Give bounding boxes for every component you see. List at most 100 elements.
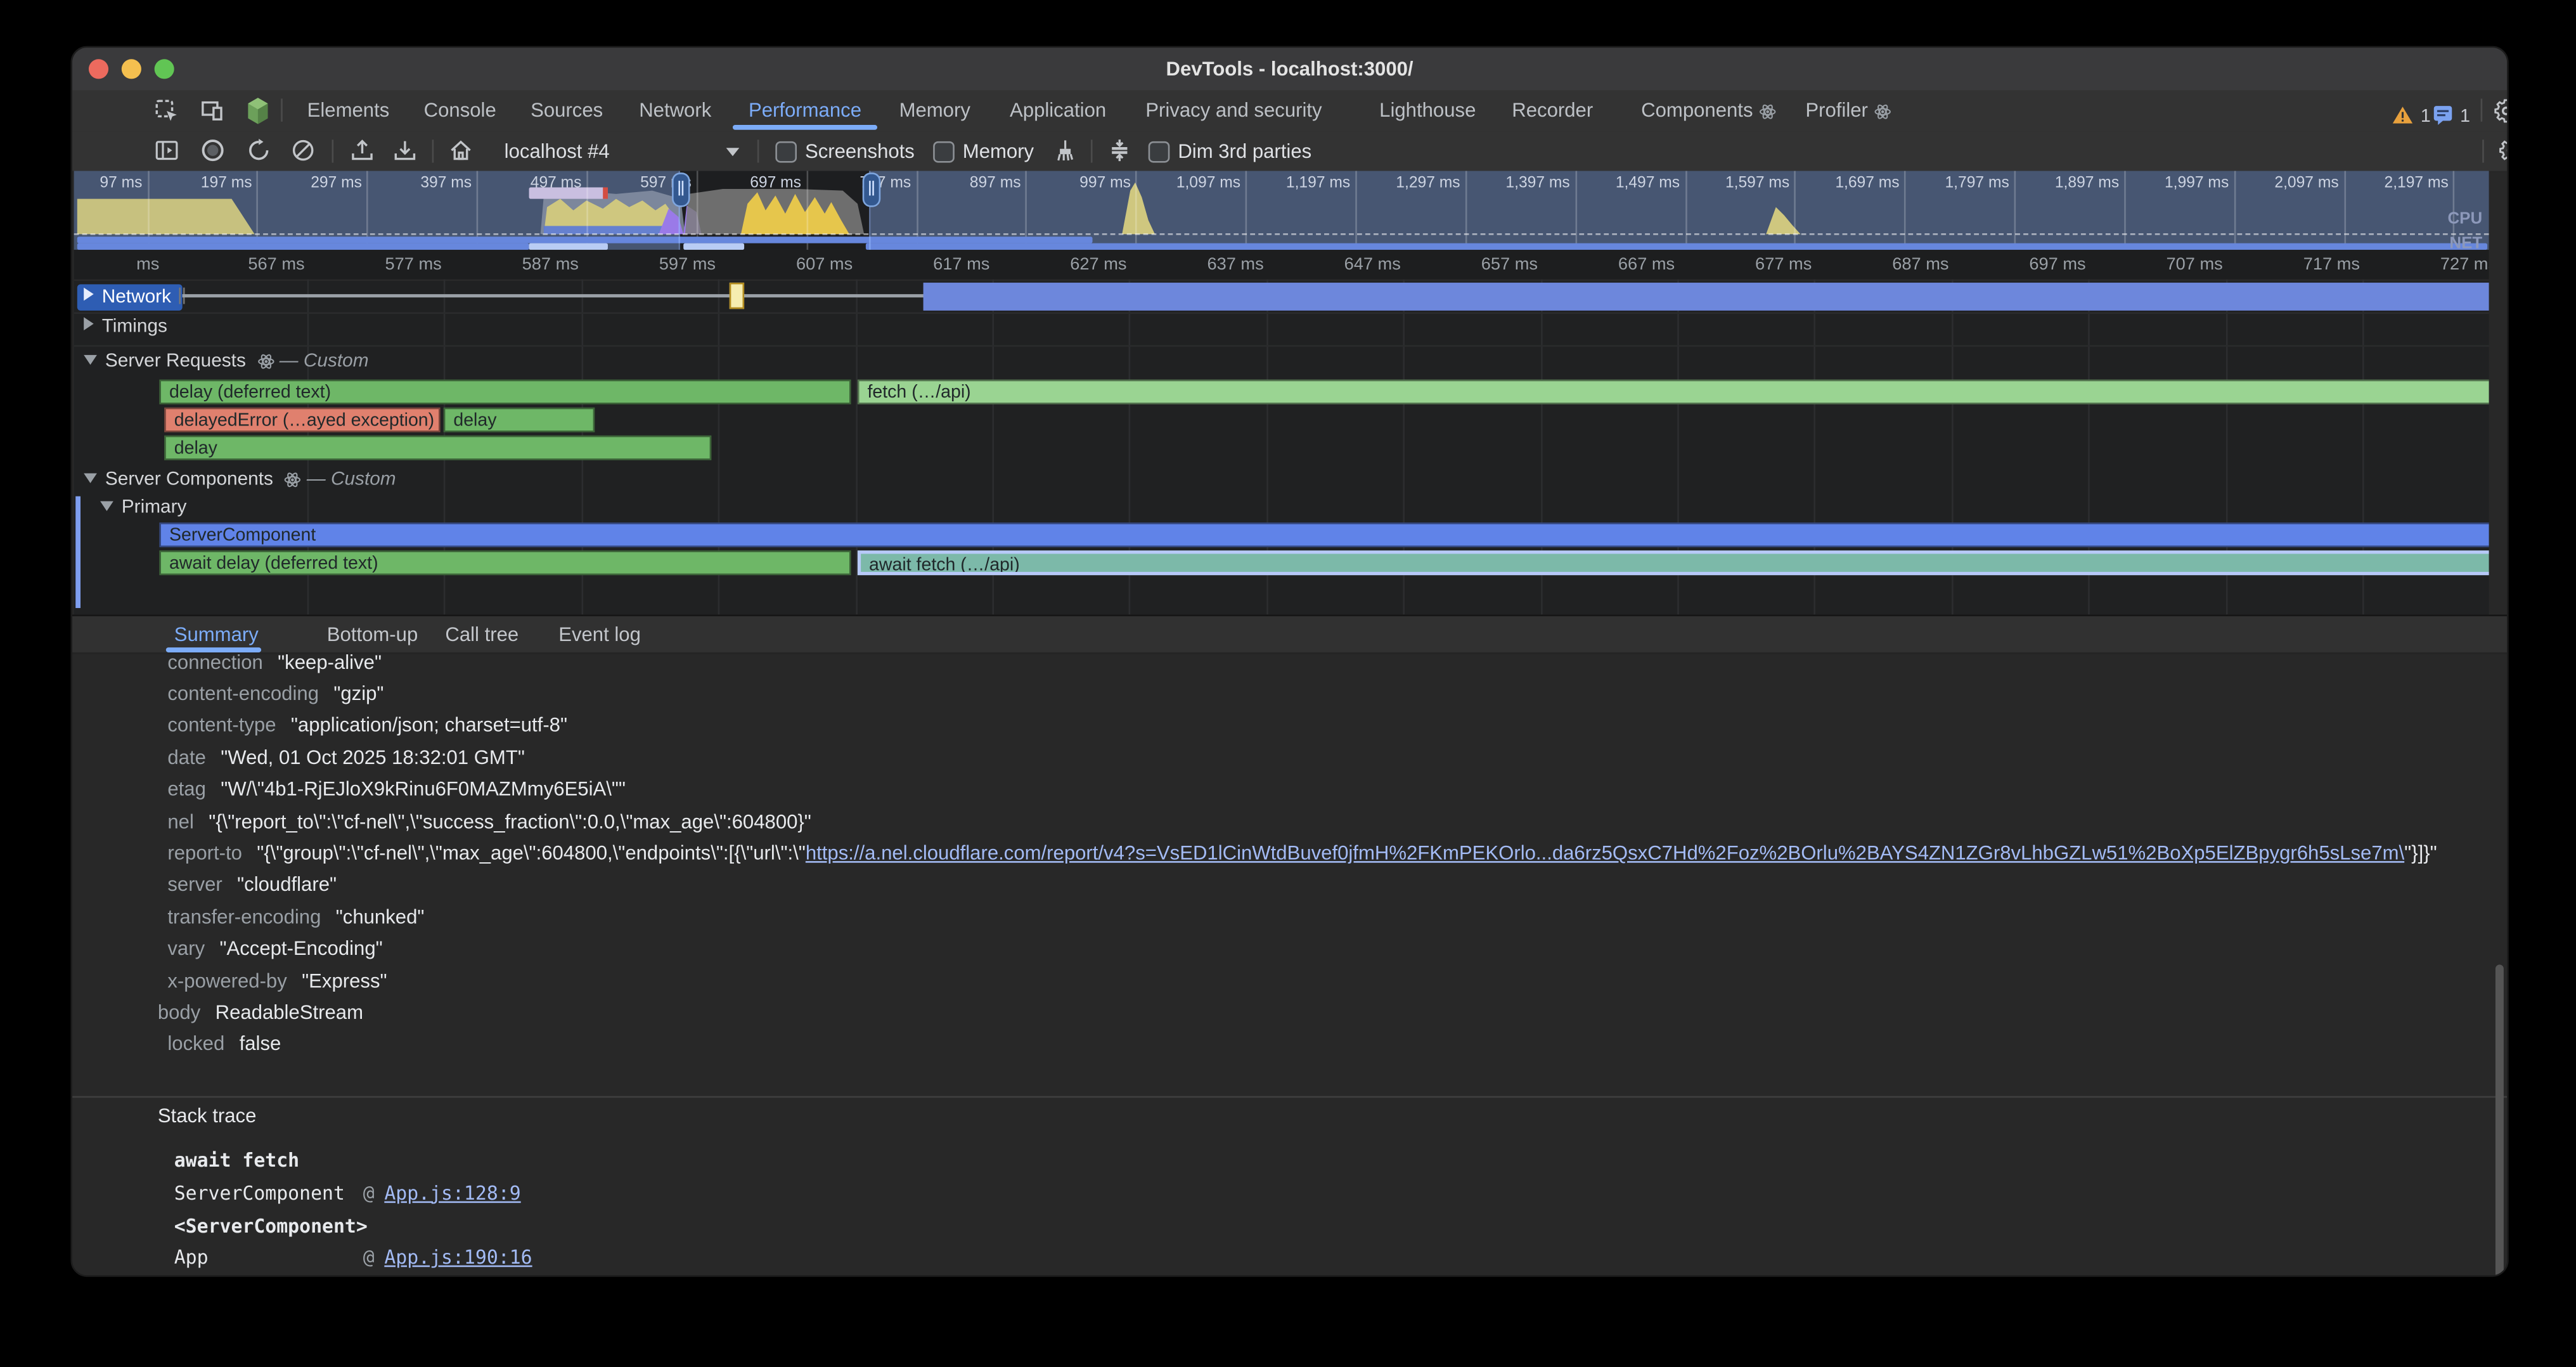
ruler-tick-label: 667 ms bbox=[1618, 255, 1675, 275]
tab-performance[interactable]: Performance bbox=[749, 91, 861, 130]
tab-components[interactable]: Components bbox=[1641, 91, 1776, 130]
network-track[interactable]: Network bbox=[74, 281, 2489, 311]
tab-application[interactable]: Application bbox=[1010, 91, 1106, 130]
screenshots-checkbox[interactable] bbox=[775, 141, 797, 163]
stack-frame-source-link[interactable]: App.js:190:16 bbox=[384, 1246, 532, 1269]
load-profile-icon[interactable] bbox=[350, 138, 376, 164]
property-key: body bbox=[158, 1001, 200, 1023]
overview-tick-label: 2,197 ms bbox=[2350, 174, 2449, 193]
ruler-tick-label: 577 ms bbox=[385, 255, 441, 275]
flame-bar[interactable]: delayedError (…ayed exception) bbox=[164, 408, 440, 432]
window-title: DevTools - localhost:3000/ bbox=[72, 48, 2507, 90]
network-overview-bar bbox=[866, 243, 2487, 250]
timeline-gridline bbox=[855, 280, 857, 615]
titlebar: DevTools - localhost:3000/ bbox=[72, 48, 2507, 92]
settings-gear-icon[interactable] bbox=[2494, 99, 2508, 124]
tab-privacy-and-security[interactable]: Privacy and security bbox=[1145, 91, 1322, 130]
property-value: "Express" bbox=[302, 969, 387, 992]
tabbar-separator-right bbox=[2481, 99, 2483, 122]
tab-console[interactable]: Console bbox=[424, 91, 496, 130]
network-request-short-bar[interactable] bbox=[730, 283, 744, 309]
stack-frame-label: <ServerComponent> bbox=[174, 1214, 368, 1237]
profile-select-caret[interactable] bbox=[726, 148, 740, 156]
record-and-reload-icon[interactable] bbox=[247, 138, 273, 164]
save-profile-icon[interactable] bbox=[392, 138, 418, 164]
react-atom-icon bbox=[285, 472, 302, 488]
details-tab-call-tree[interactable]: Call tree bbox=[445, 616, 518, 652]
details-tabbar: SummaryBottom-upCall treeEvent log bbox=[72, 616, 2507, 654]
toggle-sidebar-icon[interactable] bbox=[155, 138, 181, 164]
flame-bar[interactable]: delay (deferred text) bbox=[159, 380, 851, 405]
server-requests-track-label[interactable]: Server Requests — Custom bbox=[84, 352, 368, 372]
property-key: transfer-encoding bbox=[167, 905, 321, 928]
tab-network[interactable]: Network bbox=[639, 91, 711, 130]
property-value: false bbox=[240, 1033, 281, 1056]
selection-left-handle[interactable] bbox=[672, 172, 690, 207]
cpu-lane-label: CPU bbox=[2447, 211, 2482, 229]
network-overview-bar bbox=[683, 243, 744, 250]
flame-bar[interactable]: fetch (…/api) bbox=[858, 380, 2489, 405]
details-tab-event-log[interactable]: Event log bbox=[558, 616, 641, 652]
collapse-tracks-icon[interactable] bbox=[1107, 138, 1133, 164]
selected-details-tab-underline bbox=[166, 647, 261, 652]
timeline-overview[interactable]: 97 ms197 ms297 ms397 ms497 ms597 ms697 m… bbox=[74, 171, 2489, 250]
ruler-tick-label: 687 ms bbox=[1892, 255, 1948, 275]
inspect-element-icon[interactable] bbox=[155, 99, 179, 124]
memory-checkbox[interactable] bbox=[933, 141, 955, 163]
collect-garbage-icon[interactable] bbox=[1052, 138, 1078, 164]
flame-bar[interactable]: delay bbox=[164, 436, 711, 460]
dim-3rd-parties-checkbox[interactable] bbox=[1149, 141, 1170, 163]
tab-sources[interactable]: Sources bbox=[531, 91, 603, 130]
toolbar-separator-5 bbox=[2482, 139, 2484, 162]
capture-settings-gear-icon[interactable] bbox=[2499, 138, 2509, 164]
home-icon[interactable] bbox=[449, 138, 475, 164]
primary-subtrack-label[interactable]: Primary bbox=[100, 498, 186, 517]
tab-recorder[interactable]: Recorder bbox=[1512, 91, 1593, 130]
timings-track-label[interactable]: Timings bbox=[84, 317, 167, 337]
overview-tick-label: 1,297 ms bbox=[1362, 174, 1460, 193]
selection-right-handle[interactable] bbox=[863, 172, 881, 207]
overview-tick-label: 397 ms bbox=[373, 174, 472, 193]
property-value: "chunked" bbox=[336, 905, 425, 928]
property-row: date "Wed, 01 Oct 2025 18:32:01 GMT" bbox=[72, 744, 2494, 770]
details-tab-bottom-up[interactable]: Bottom-up bbox=[327, 616, 418, 652]
record-button[interactable] bbox=[200, 138, 226, 164]
overview-gridline bbox=[2014, 171, 2016, 250]
network-overview-bar bbox=[77, 236, 1093, 242]
tab-memory[interactable]: Memory bbox=[899, 91, 970, 130]
stack-trace-divider bbox=[72, 1096, 2507, 1098]
tab-lighthouse[interactable]: Lighthouse bbox=[1379, 91, 1476, 130]
device-toolbar-icon[interactable] bbox=[200, 99, 225, 124]
server-components-track-label[interactable]: Server Components — Custom bbox=[84, 470, 396, 489]
property-key: connection bbox=[167, 654, 262, 673]
stack-frame-source-link[interactable]: App.js:128:9 bbox=[384, 1181, 520, 1203]
tab-elements[interactable]: Elements bbox=[307, 91, 390, 130]
disclosure-right-icon bbox=[84, 287, 94, 300]
react-atom-icon bbox=[1760, 103, 1776, 120]
ruler-tick-label: 567 ms bbox=[248, 255, 304, 275]
network-track-label[interactable]: Network bbox=[77, 283, 183, 309]
property-key: locked bbox=[167, 1033, 224, 1056]
disclosure-right-icon bbox=[84, 317, 94, 330]
flamechart-area[interactable]: ms 567 ms577 ms587 ms597 ms607 ms617 ms6… bbox=[74, 250, 2489, 614]
tab-profiler[interactable]: Profiler bbox=[1805, 91, 1891, 130]
report-to-url-link[interactable]: https://a.nel.cloudflare.com/report/v4?s… bbox=[806, 841, 2404, 864]
ruler-tick-label: 607 ms bbox=[796, 255, 853, 275]
flame-bar[interactable]: delay bbox=[444, 408, 595, 432]
property-value: "Wed, 01 Oct 2025 18:32:01 GMT" bbox=[221, 746, 525, 768]
flame-bar[interactable]: ServerComponent bbox=[159, 522, 2489, 547]
property-key: report-to bbox=[167, 841, 242, 864]
react-atom-icon bbox=[1874, 103, 1891, 120]
issues-badge[interactable]: 1 bbox=[2433, 100, 2482, 125]
network-request-long-bar[interactable] bbox=[924, 282, 2489, 309]
flame-bar[interactable]: await fetch (…/api) bbox=[858, 550, 2489, 575]
property-key: date bbox=[167, 746, 206, 768]
details-scrollbar[interactable] bbox=[2496, 964, 2504, 1276]
overview-gridline bbox=[1685, 171, 1687, 250]
clear-icon[interactable] bbox=[291, 138, 317, 164]
summary-properties: connection"keep-alive"content-encoding"g… bbox=[72, 654, 2494, 1063]
flame-bar[interactable]: await delay (deferred text) bbox=[159, 550, 851, 575]
profile-select[interactable]: localhost #4 bbox=[505, 131, 610, 171]
ruler-tick-label: 697 ms bbox=[2029, 255, 2085, 275]
disclosure-down-icon bbox=[84, 473, 97, 483]
